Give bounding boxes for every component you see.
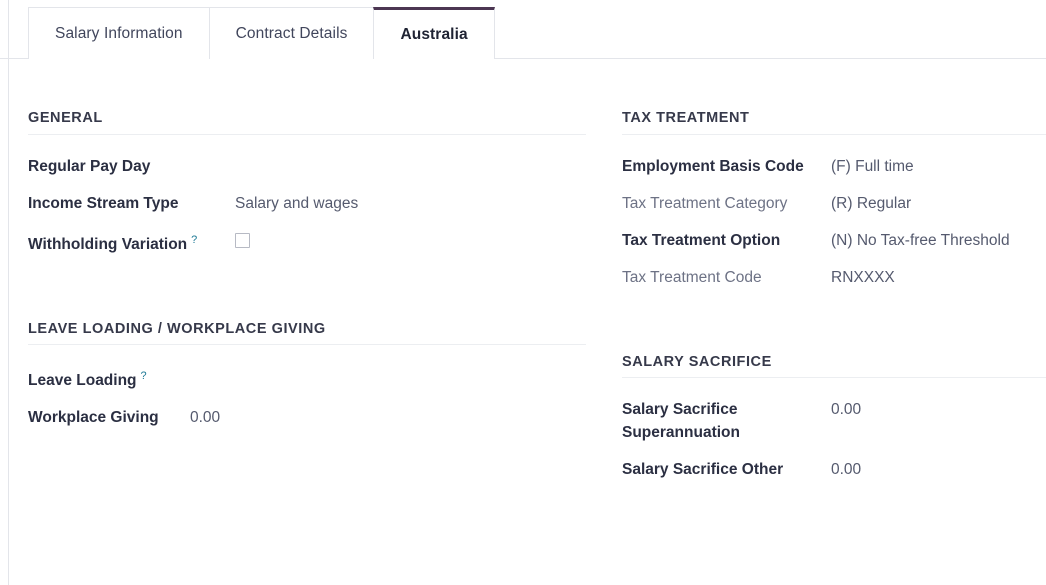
tab-salary-information[interactable]: Salary Information <box>28 7 210 59</box>
section-title-leave-loading: LEAVE LOADING / WORKPLACE GIVING <box>28 270 586 346</box>
field-label: Tax Treatment Code <box>622 268 762 286</box>
field-employment-basis-code: Employment Basis Code (F) Full time <box>622 155 1046 178</box>
field-label: Tax Treatment Category <box>622 194 788 212</box>
field-label: Withholding Variation? <box>28 229 235 256</box>
field-label-text: Withholding Variation <box>28 235 188 253</box>
help-icon[interactable]: ? <box>141 370 147 382</box>
field-salary-sacrifice-superannuation: Salary Sacrifice Superannuation 0.00 <box>622 398 1046 444</box>
section-title-salary-sacrifice: SALARY SACRIFICE <box>622 303 1046 378</box>
field-workplace-giving: Workplace Giving 0.00 <box>28 406 586 429</box>
withholding-variation-checkbox[interactable] <box>235 232 250 248</box>
field-value[interactable]: 0.00 <box>831 458 1046 481</box>
field-value[interactable]: 0.00 <box>190 406 520 429</box>
field-value[interactable]: (N) No Tax-free Threshold <box>831 229 1046 252</box>
field-value[interactable]: (F) Full time <box>831 155 1046 178</box>
tab-bar: Salary Information Contract Details Aust… <box>0 0 1046 59</box>
tab-label: Australia <box>400 25 468 43</box>
field-value[interactable]: Salary and wages <box>235 192 565 215</box>
section-tax-treatment-fields: Employment Basis Code (F) Full time Tax … <box>622 135 1046 289</box>
field-label: Employment Basis Code <box>622 157 804 175</box>
field-label: Income Stream Type <box>28 194 179 212</box>
right-column: TAX TREATMENT Employment Basis Code (F) … <box>622 59 1046 495</box>
section-tax-treatment: TAX TREATMENT Employment Basis Code (F) … <box>622 59 1046 289</box>
field-label: Regular Pay Day <box>28 157 151 175</box>
field-value: RNXXXX <box>831 268 895 286</box>
tab-label: Salary Information <box>55 24 183 42</box>
section-general: GENERAL Regular Pay Day Income Stream Ty… <box>28 59 586 256</box>
section-salary-sacrifice-fields: Salary Sacrifice Superannuation 0.00 Sal… <box>622 378 1046 481</box>
tab-label: Contract Details <box>235 24 348 42</box>
field-label: Tax Treatment Option <box>622 231 781 249</box>
field-tax-treatment-category: Tax Treatment Category (R) Regular <box>622 192 1046 215</box>
section-title-general: GENERAL <box>28 59 586 135</box>
field-label: Leave Loading? <box>28 365 190 392</box>
field-salary-sacrifice-other: Salary Sacrifice Other 0.00 <box>622 458 1046 481</box>
section-salary-sacrifice: SALARY SACRIFICE Salary Sacrifice Supera… <box>622 303 1046 482</box>
field-label-text: Leave Loading <box>28 372 137 390</box>
section-title-tax-treatment: TAX TREATMENT <box>622 59 1046 135</box>
field-label: Salary Sacrifice Other <box>622 461 784 478</box>
field-withholding-variation: Withholding Variation? <box>28 229 586 256</box>
left-column: GENERAL Regular Pay Day Income Stream Ty… <box>28 59 586 443</box>
field-label: Workplace Giving <box>28 409 159 427</box>
field-value: (R) Regular <box>831 194 912 212</box>
tab-australia[interactable]: Australia <box>373 7 495 59</box>
tab-strip: Salary Information Contract Details Aust… <box>28 7 495 59</box>
section-general-fields: Regular Pay Day Income Stream Type Salar… <box>28 135 586 256</box>
help-icon[interactable]: ? <box>191 234 197 246</box>
field-leave-loading: Leave Loading? <box>28 365 586 392</box>
field-regular-pay-day: Regular Pay Day <box>28 155 586 178</box>
field-tax-treatment-code: Tax Treatment Code RNXXXX <box>622 266 1046 289</box>
section-leave-loading: LEAVE LOADING / WORKPLACE GIVING Leave L… <box>28 270 586 430</box>
field-value <box>235 229 565 248</box>
tab-panel-australia: GENERAL Regular Pay Day Income Stream Ty… <box>0 59 1046 585</box>
field-income-stream-type: Income Stream Type Salary and wages <box>28 192 586 215</box>
field-label: Salary Sacrifice Superannuation <box>622 401 740 441</box>
field-tax-treatment-option: Tax Treatment Option (N) No Tax-free Thr… <box>622 229 1046 252</box>
field-value[interactable]: 0.00 <box>831 398 1046 421</box>
section-leave-loading-fields: Leave Loading? Workplace Giving 0.00 <box>28 345 586 429</box>
tab-contract-details[interactable]: Contract Details <box>208 7 375 59</box>
